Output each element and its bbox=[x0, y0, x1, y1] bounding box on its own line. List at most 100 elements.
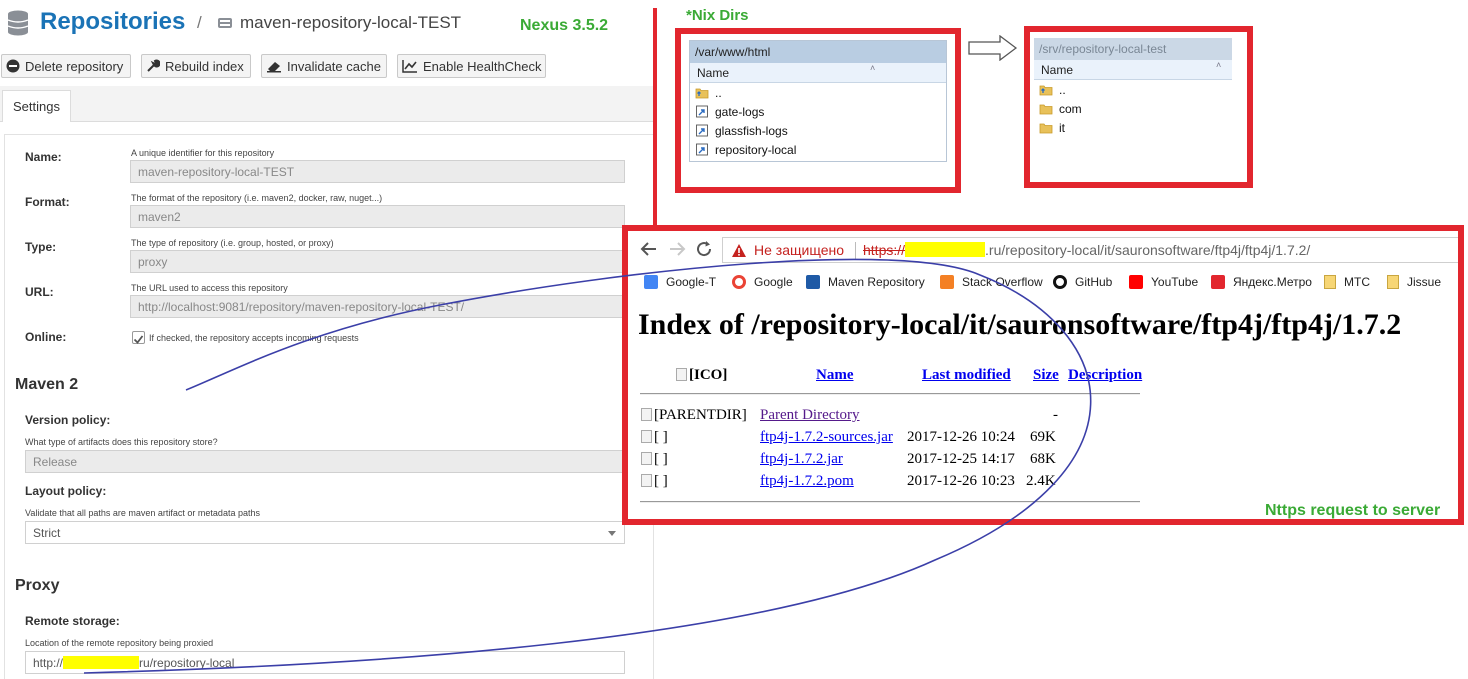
file-name: .. bbox=[715, 85, 722, 100]
forward-icon[interactable] bbox=[668, 240, 686, 258]
file-name: com bbox=[1059, 101, 1082, 116]
type-field[interactable]: proxy bbox=[130, 250, 625, 273]
icon-column-label: [ICO] bbox=[689, 367, 728, 383]
address-bar[interactable]: Не защищено https:// .ru/repository-local… bbox=[722, 237, 1458, 263]
up-folder-icon bbox=[1039, 85, 1053, 96]
chart-icon bbox=[402, 60, 417, 73]
bookmark-item[interactable]: Яндекс.Метро bbox=[1211, 271, 1312, 293]
enable-healthcheck-label: Enable HealthCheck bbox=[423, 58, 542, 74]
back-icon[interactable] bbox=[640, 240, 658, 258]
bookmark-item[interactable]: GitHub bbox=[1053, 271, 1112, 293]
bookmark-label: Google-T bbox=[666, 275, 717, 289]
nexus-version-label: Nexus 3.5.2 bbox=[520, 17, 609, 34]
shortcut-icon bbox=[696, 105, 708, 118]
name-column-header[interactable]: Name bbox=[816, 367, 854, 384]
file-list-item[interactable]: gate-logs bbox=[690, 102, 946, 121]
shortcut-icon bbox=[696, 124, 708, 137]
url-field[interactable]: http://localhost:9081/repository/maven-r… bbox=[130, 295, 625, 318]
version-policy-field[interactable]: Release bbox=[25, 450, 625, 473]
file-explorer-var-www-html: /var/www/html Name ˄ .. gate-logs glassfis… bbox=[689, 40, 947, 162]
icon-column-header: [ICO] bbox=[676, 367, 727, 384]
broken-image-icon bbox=[676, 368, 687, 381]
bookmark-label: Maven Repository bbox=[828, 275, 925, 289]
url-text[interactable]: https:// .ru/repository-local/it/sauronso… bbox=[863, 242, 1310, 258]
rebuild-index-button[interactable]: Rebuild index bbox=[141, 54, 251, 78]
bookmark-item[interactable]: Stack Overflow bbox=[940, 271, 1043, 293]
remote-storage-help: Location of the remote repository being … bbox=[25, 638, 214, 648]
row-name-cell: ftp4j-1.7.2.pom bbox=[760, 473, 854, 490]
name-column-header[interactable]: Name ˄ bbox=[690, 63, 946, 83]
path-bar[interactable]: /srv/repository-local-test bbox=[1034, 38, 1232, 60]
name-label: Name: bbox=[25, 150, 62, 164]
broken-image-icon bbox=[641, 430, 652, 443]
row-size-cell: 69K bbox=[1030, 429, 1056, 445]
row-icon-cell: [ ] bbox=[641, 473, 668, 490]
page-title[interactable]: Repositories bbox=[40, 8, 185, 36]
last-modified-column-header[interactable]: Last modified bbox=[922, 367, 1011, 384]
redacted-host-highlight bbox=[905, 242, 986, 257]
name-column-link[interactable]: Name bbox=[816, 367, 854, 383]
tab-settings[interactable]: Settings bbox=[2, 90, 71, 122]
format-help: The format of the repository (i.e. maven… bbox=[131, 193, 383, 203]
row-size-cell: - bbox=[1053, 407, 1058, 423]
description-column-link[interactable]: Description bbox=[1068, 367, 1142, 383]
file-link[interactable]: ftp4j-1.7.2.jar bbox=[760, 451, 843, 467]
bookmark-item[interactable]: Google-T bbox=[644, 271, 716, 293]
not-secure-label[interactable]: Не защищено bbox=[754, 242, 844, 258]
last-modified-column-link[interactable]: Last modified bbox=[922, 367, 1011, 383]
delete-repository-button[interactable]: Delete repository bbox=[1, 54, 131, 78]
folder-icon bbox=[1039, 104, 1053, 115]
reload-icon[interactable] bbox=[695, 240, 713, 258]
size-column-link[interactable]: Size bbox=[1033, 367, 1059, 383]
row-icon-cell: [ ] bbox=[641, 451, 668, 468]
url-help: The URL used to access this repository bbox=[131, 283, 288, 293]
bookmark-label: Google bbox=[754, 275, 793, 289]
github-icon bbox=[1053, 275, 1067, 289]
file-list-item[interactable]: it bbox=[1034, 118, 1232, 137]
bookmark-label: МТС bbox=[1344, 275, 1370, 289]
bookmark-item[interactable]: Jissue bbox=[1387, 271, 1441, 293]
name-field[interactable]: maven-repository-local-TEST bbox=[130, 160, 625, 183]
file-list-item[interactable]: glassfish-logs bbox=[690, 121, 946, 140]
file-list-item[interactable]: com bbox=[1034, 99, 1232, 118]
type-help: The type of repository (i.e. group, host… bbox=[131, 238, 334, 248]
parent-directory-link[interactable]: Parent Directory bbox=[760, 407, 860, 423]
file-list-item[interactable]: .. bbox=[1034, 80, 1232, 99]
repository-icon bbox=[218, 18, 232, 28]
maven-icon bbox=[806, 275, 820, 289]
bookmarks-bar: Google-T Google Maven Repository Stack Over… bbox=[628, 271, 1458, 293]
name-column-header[interactable]: Name ˄ bbox=[1034, 60, 1232, 80]
description-column-header[interactable]: Description bbox=[1068, 367, 1142, 384]
bookmark-item[interactable]: Google bbox=[732, 271, 793, 293]
bookmark-label: YouTube bbox=[1151, 275, 1199, 289]
format-label: Format: bbox=[25, 195, 70, 209]
type-label: Type: bbox=[25, 240, 57, 254]
row-modified-cell: 2017-12-26 10:23 bbox=[907, 473, 1015, 489]
row-icon-cell: [ ] bbox=[641, 429, 668, 446]
file-name: it bbox=[1059, 120, 1065, 135]
file-list-item[interactable]: repository-local bbox=[690, 140, 946, 159]
red-divider bbox=[653, 8, 657, 230]
online-checkbox[interactable] bbox=[132, 331, 145, 344]
file-link[interactable]: ftp4j-1.7.2-sources.jar bbox=[760, 429, 893, 445]
name-column-label: Name bbox=[1041, 62, 1074, 77]
size-column-header[interactable]: Size bbox=[1033, 367, 1059, 384]
bookmark-item[interactable]: Maven Repository bbox=[806, 271, 925, 293]
bookmark-label: Яндекс.Метро bbox=[1233, 275, 1312, 289]
path-bar[interactable]: /var/www/html bbox=[690, 41, 946, 63]
format-field[interactable]: maven2 bbox=[130, 205, 625, 228]
enable-healthcheck-button[interactable]: Enable HealthCheck bbox=[397, 54, 546, 78]
file-link[interactable]: ftp4j-1.7.2.pom bbox=[760, 473, 854, 489]
layout-policy-select[interactable]: Strict bbox=[25, 521, 625, 544]
row-icon-alt: [ ] bbox=[654, 473, 668, 489]
url-separator bbox=[855, 242, 856, 259]
invalidate-cache-button[interactable]: Invalidate cache bbox=[261, 54, 387, 78]
bookmark-folder-icon bbox=[1387, 275, 1399, 289]
bookmark-item[interactable]: YouTube bbox=[1129, 271, 1198, 293]
file-list: .. com it bbox=[1034, 80, 1232, 137]
browser-toolbar: Не защищено https:// .ru/repository-local… bbox=[628, 231, 1458, 267]
file-list-item[interactable]: .. bbox=[690, 83, 946, 102]
bookmark-label: Stack Overflow bbox=[962, 275, 1043, 289]
remote-storage-field[interactable]: http:// ru/repository-local bbox=[25, 651, 625, 674]
bookmark-item[interactable]: МТС bbox=[1324, 271, 1370, 293]
